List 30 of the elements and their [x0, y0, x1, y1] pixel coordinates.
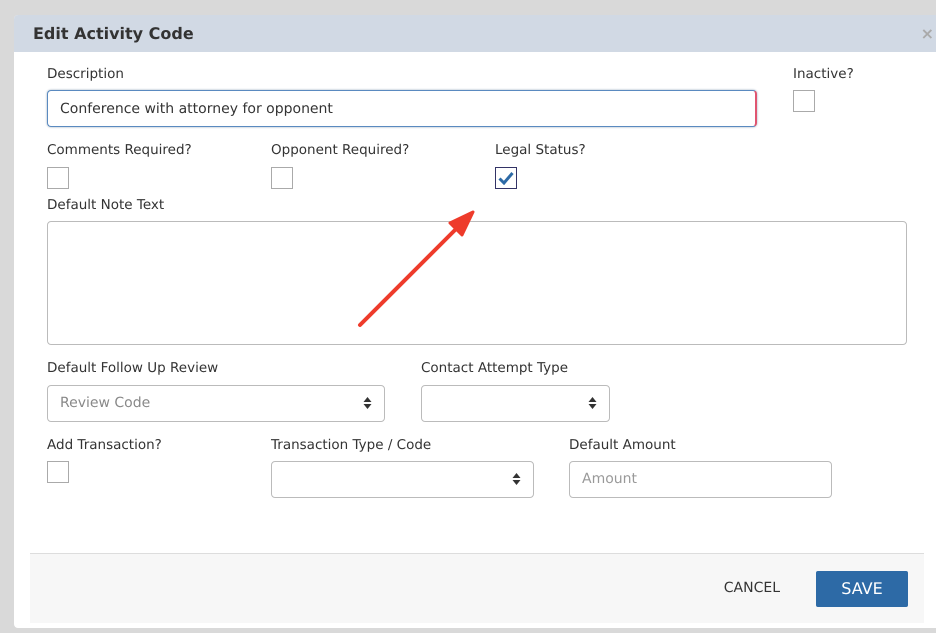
caret-icon	[363, 396, 372, 410]
transaction-type-select[interactable]	[271, 460, 534, 498]
field-label: Contact Attempt Type	[421, 359, 570, 378]
checkbox[interactable]	[495, 166, 517, 188]
checkbox[interactable]	[47, 166, 69, 188]
contact-type-select[interactable]	[421, 384, 610, 422]
field-label: Transaction Type / Code	[271, 436, 432, 454]
field-label: Opponent Required?	[271, 141, 410, 160]
review-code-select[interactable]: Review Code	[47, 384, 385, 422]
dialog-title: Edit Activity Code	[33, 22, 194, 44]
field-label: Legal Status?	[495, 141, 587, 160]
field-label: Add Transaction?	[47, 436, 163, 454]
save-button[interactable]: SAVE	[816, 570, 908, 606]
checkbox[interactable]	[793, 90, 815, 112]
checkbox[interactable]	[271, 166, 293, 188]
caret-icon	[512, 472, 521, 486]
checkbox[interactable]	[47, 460, 69, 483]
select-placeholder: Review Code	[60, 394, 150, 412]
field-label: Default Amount	[569, 436, 677, 454]
note-textarea[interactable]	[47, 221, 907, 346]
caret-icon	[588, 396, 597, 410]
amount-field[interactable]: Amount	[569, 460, 832, 498]
field-label: Description	[47, 65, 125, 84]
field-label: Inactive?	[793, 65, 854, 84]
cancel-button[interactable]: CANCEL	[718, 577, 786, 600]
field-label: Comments Required?	[47, 141, 193, 160]
description-field[interactable]: Conference with attorney for opponent	[47, 90, 757, 128]
field-label: Default Note Text	[47, 196, 166, 215]
field-label: Default Follow Up Review	[47, 359, 220, 378]
checkmark-icon	[498, 170, 514, 184]
